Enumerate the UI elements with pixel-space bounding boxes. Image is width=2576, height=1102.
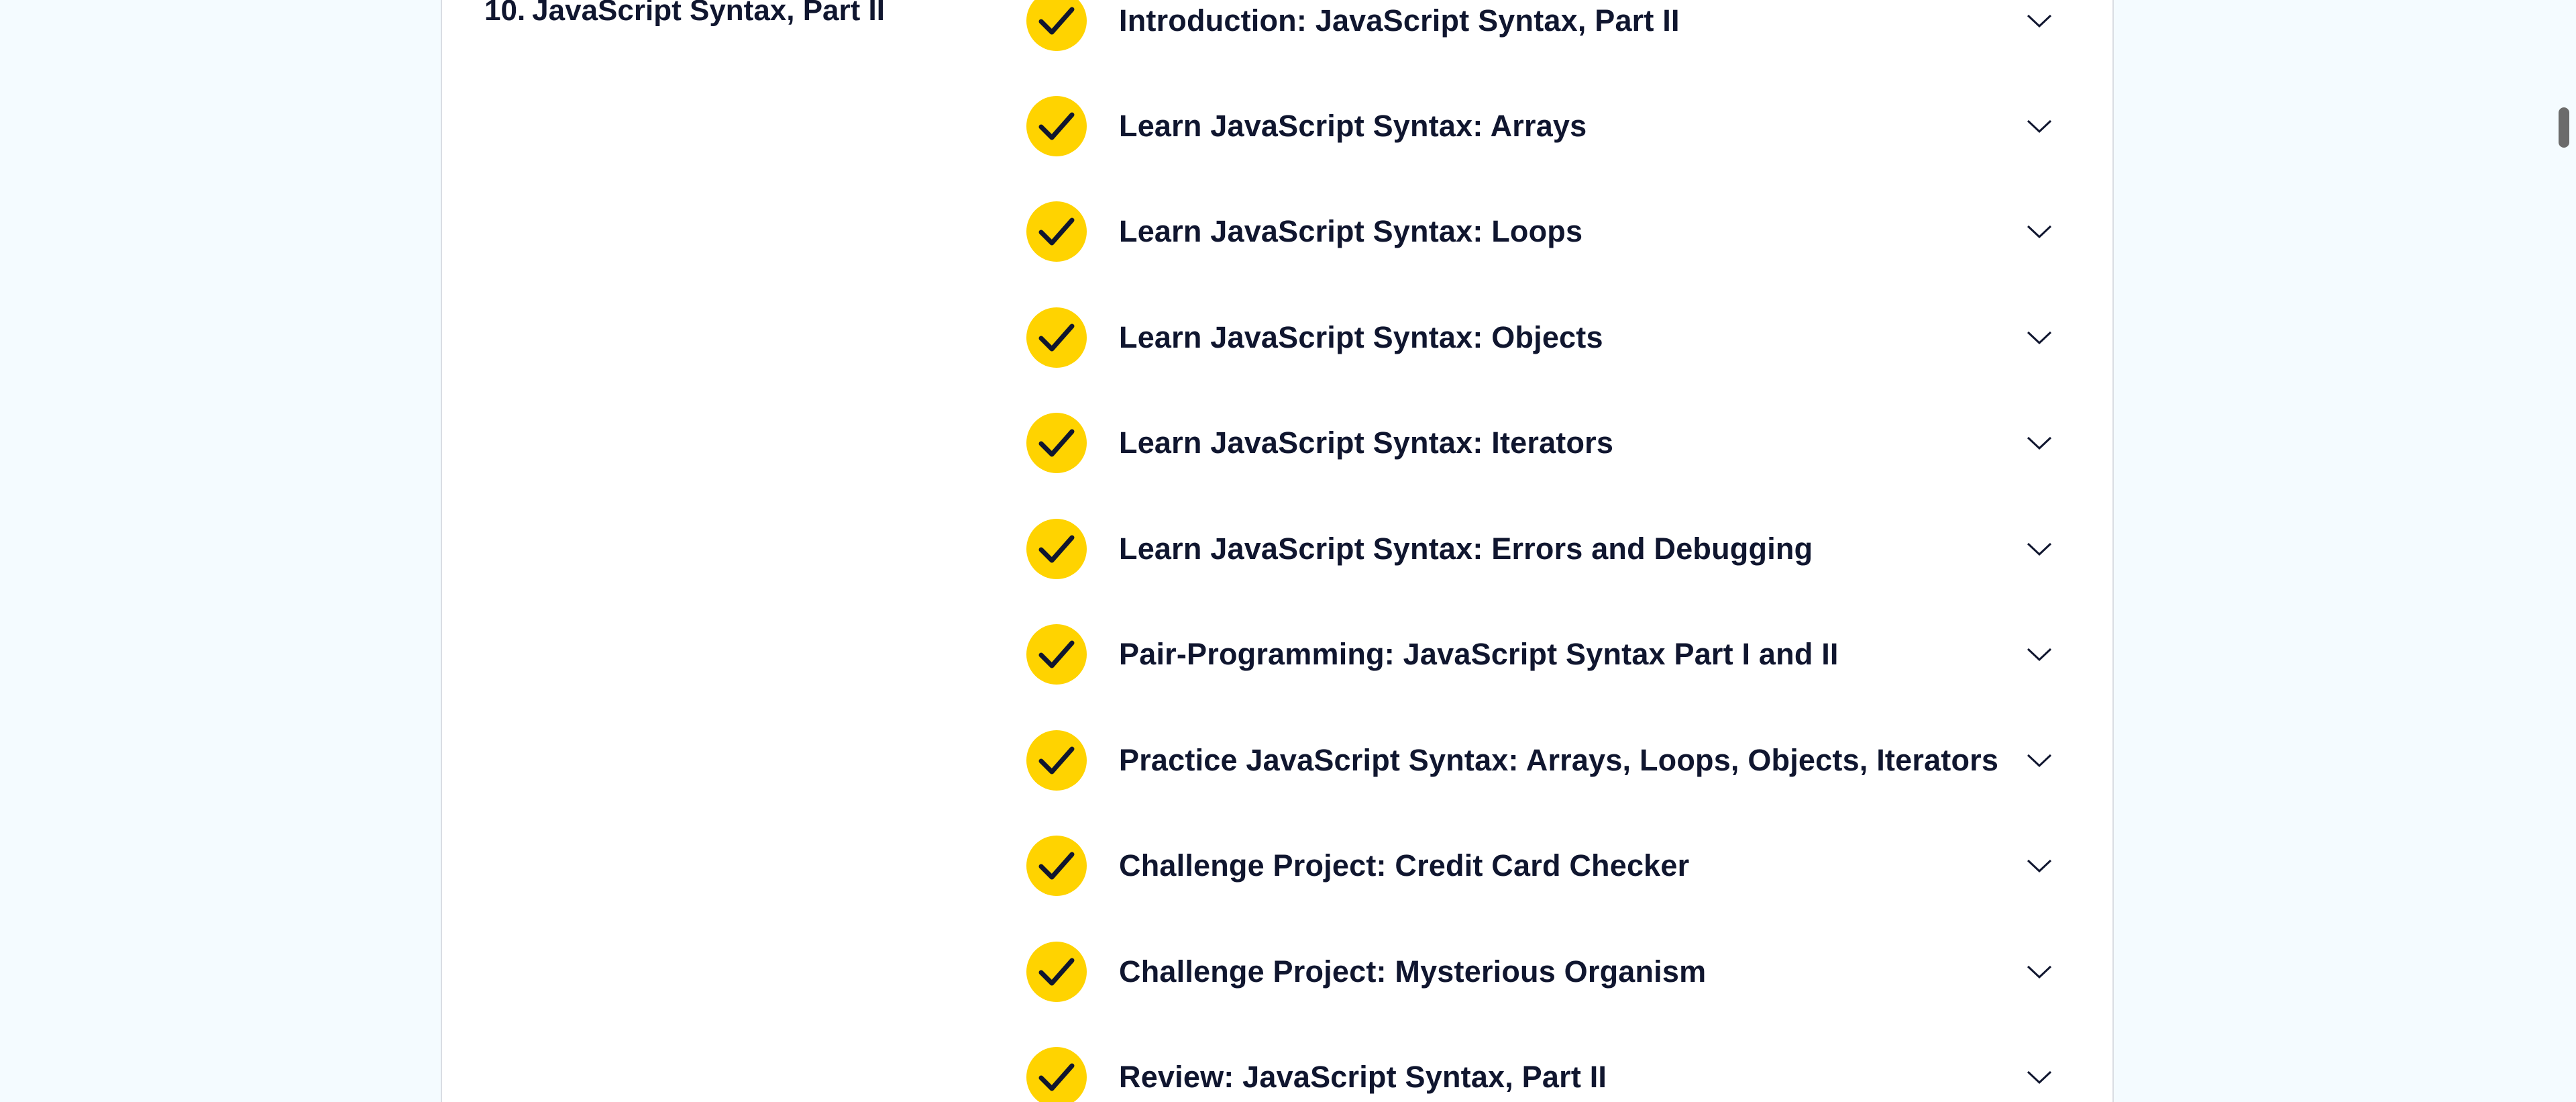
module-item-label: Learn JavaScript Syntax: Objects <box>1119 320 1603 354</box>
check-circle-icon <box>1026 96 1087 156</box>
check-circle-icon <box>1026 624 1087 685</box>
module-item-label: Learn JavaScript Syntax: Iterators <box>1119 425 1614 460</box>
module-item-label: Review: JavaScript Syntax, Part II <box>1119 1060 1607 1094</box>
module-item[interactable]: Practice JavaScript Syntax: Arrays, Loop… <box>1026 720 2053 801</box>
module-item[interactable]: Learn JavaScript Syntax: Iterators <box>1026 403 2053 483</box>
module-number: 10. <box>484 0 526 27</box>
module-item[interactable]: Learn JavaScript Syntax: Arrays <box>1026 86 2053 166</box>
chevron-down-icon[interactable] <box>2026 536 2053 562</box>
chevron-down-icon[interactable] <box>2026 852 2053 879</box>
chevron-down-icon[interactable] <box>2026 113 2053 140</box>
check-circle-icon <box>1026 519 1087 579</box>
check-circle-icon <box>1026 413 1087 473</box>
module-item[interactable]: Introduction: JavaScript Syntax, Part II <box>1026 0 2053 61</box>
chevron-down-icon[interactable] <box>2026 430 2053 456</box>
module-title: 10. JavaScript Syntax, Part II <box>484 0 885 31</box>
module-item-label: Challenge Project: Mysterious Organism <box>1119 954 1707 989</box>
module-item[interactable]: Review: JavaScript Syntax, Part II <box>1026 1037 2053 1102</box>
check-circle-icon <box>1026 0 1087 51</box>
chevron-down-icon[interactable] <box>2026 958 2053 985</box>
module-item[interactable]: Learn JavaScript Syntax: Objects <box>1026 297 2053 378</box>
check-circle-icon <box>1026 1047 1087 1102</box>
check-circle-icon <box>1026 730 1087 791</box>
check-circle-icon <box>1026 307 1087 368</box>
module-item-label: Learn JavaScript Syntax: Loops <box>1119 214 1583 248</box>
module-item[interactable]: Challenge Project: Mysterious Organism <box>1026 932 2053 1012</box>
module-item[interactable]: Learn JavaScript Syntax: Loops <box>1026 191 2053 272</box>
check-circle-icon <box>1026 836 1087 896</box>
chevron-down-icon[interactable] <box>2026 747 2053 774</box>
module-item-label: Introduction: JavaScript Syntax, Part II <box>1119 3 1680 38</box>
check-circle-icon <box>1026 942 1087 1002</box>
check-circle-icon <box>1026 201 1087 262</box>
module-item-label: Pair-Programming: JavaScript Syntax Part… <box>1119 637 1839 671</box>
module-item-label: Challenge Project: Credit Card Checker <box>1119 848 1690 883</box>
scrollbar-thumb[interactable] <box>2559 107 2569 148</box>
page-scrollbar[interactable] <box>2555 0 2576 1102</box>
module-name: JavaScript Syntax, Part II <box>532 0 885 27</box>
module-item-label: Learn JavaScript Syntax: Arrays <box>1119 109 1587 143</box>
module-item[interactable]: Challenge Project: Credit Card Checker <box>1026 825 2053 906</box>
module-item-label: Practice JavaScript Syntax: Arrays, Loop… <box>1119 743 1999 777</box>
chevron-down-icon[interactable] <box>2026 218 2053 245</box>
module-item[interactable]: Pair-Programming: JavaScript Syntax Part… <box>1026 614 2053 695</box>
chevron-down-icon[interactable] <box>2026 641 2053 668</box>
chevron-down-icon[interactable] <box>2026 324 2053 351</box>
chevron-down-icon[interactable] <box>2026 1064 2053 1091</box>
chevron-down-icon[interactable] <box>2026 7 2053 34</box>
module-item[interactable]: Learn JavaScript Syntax: Errors and Debu… <box>1026 509 2053 589</box>
module-item-label: Learn JavaScript Syntax: Errors and Debu… <box>1119 532 1813 566</box>
page: 10. JavaScript Syntax, Part II Introducti… <box>0 0 2576 1102</box>
